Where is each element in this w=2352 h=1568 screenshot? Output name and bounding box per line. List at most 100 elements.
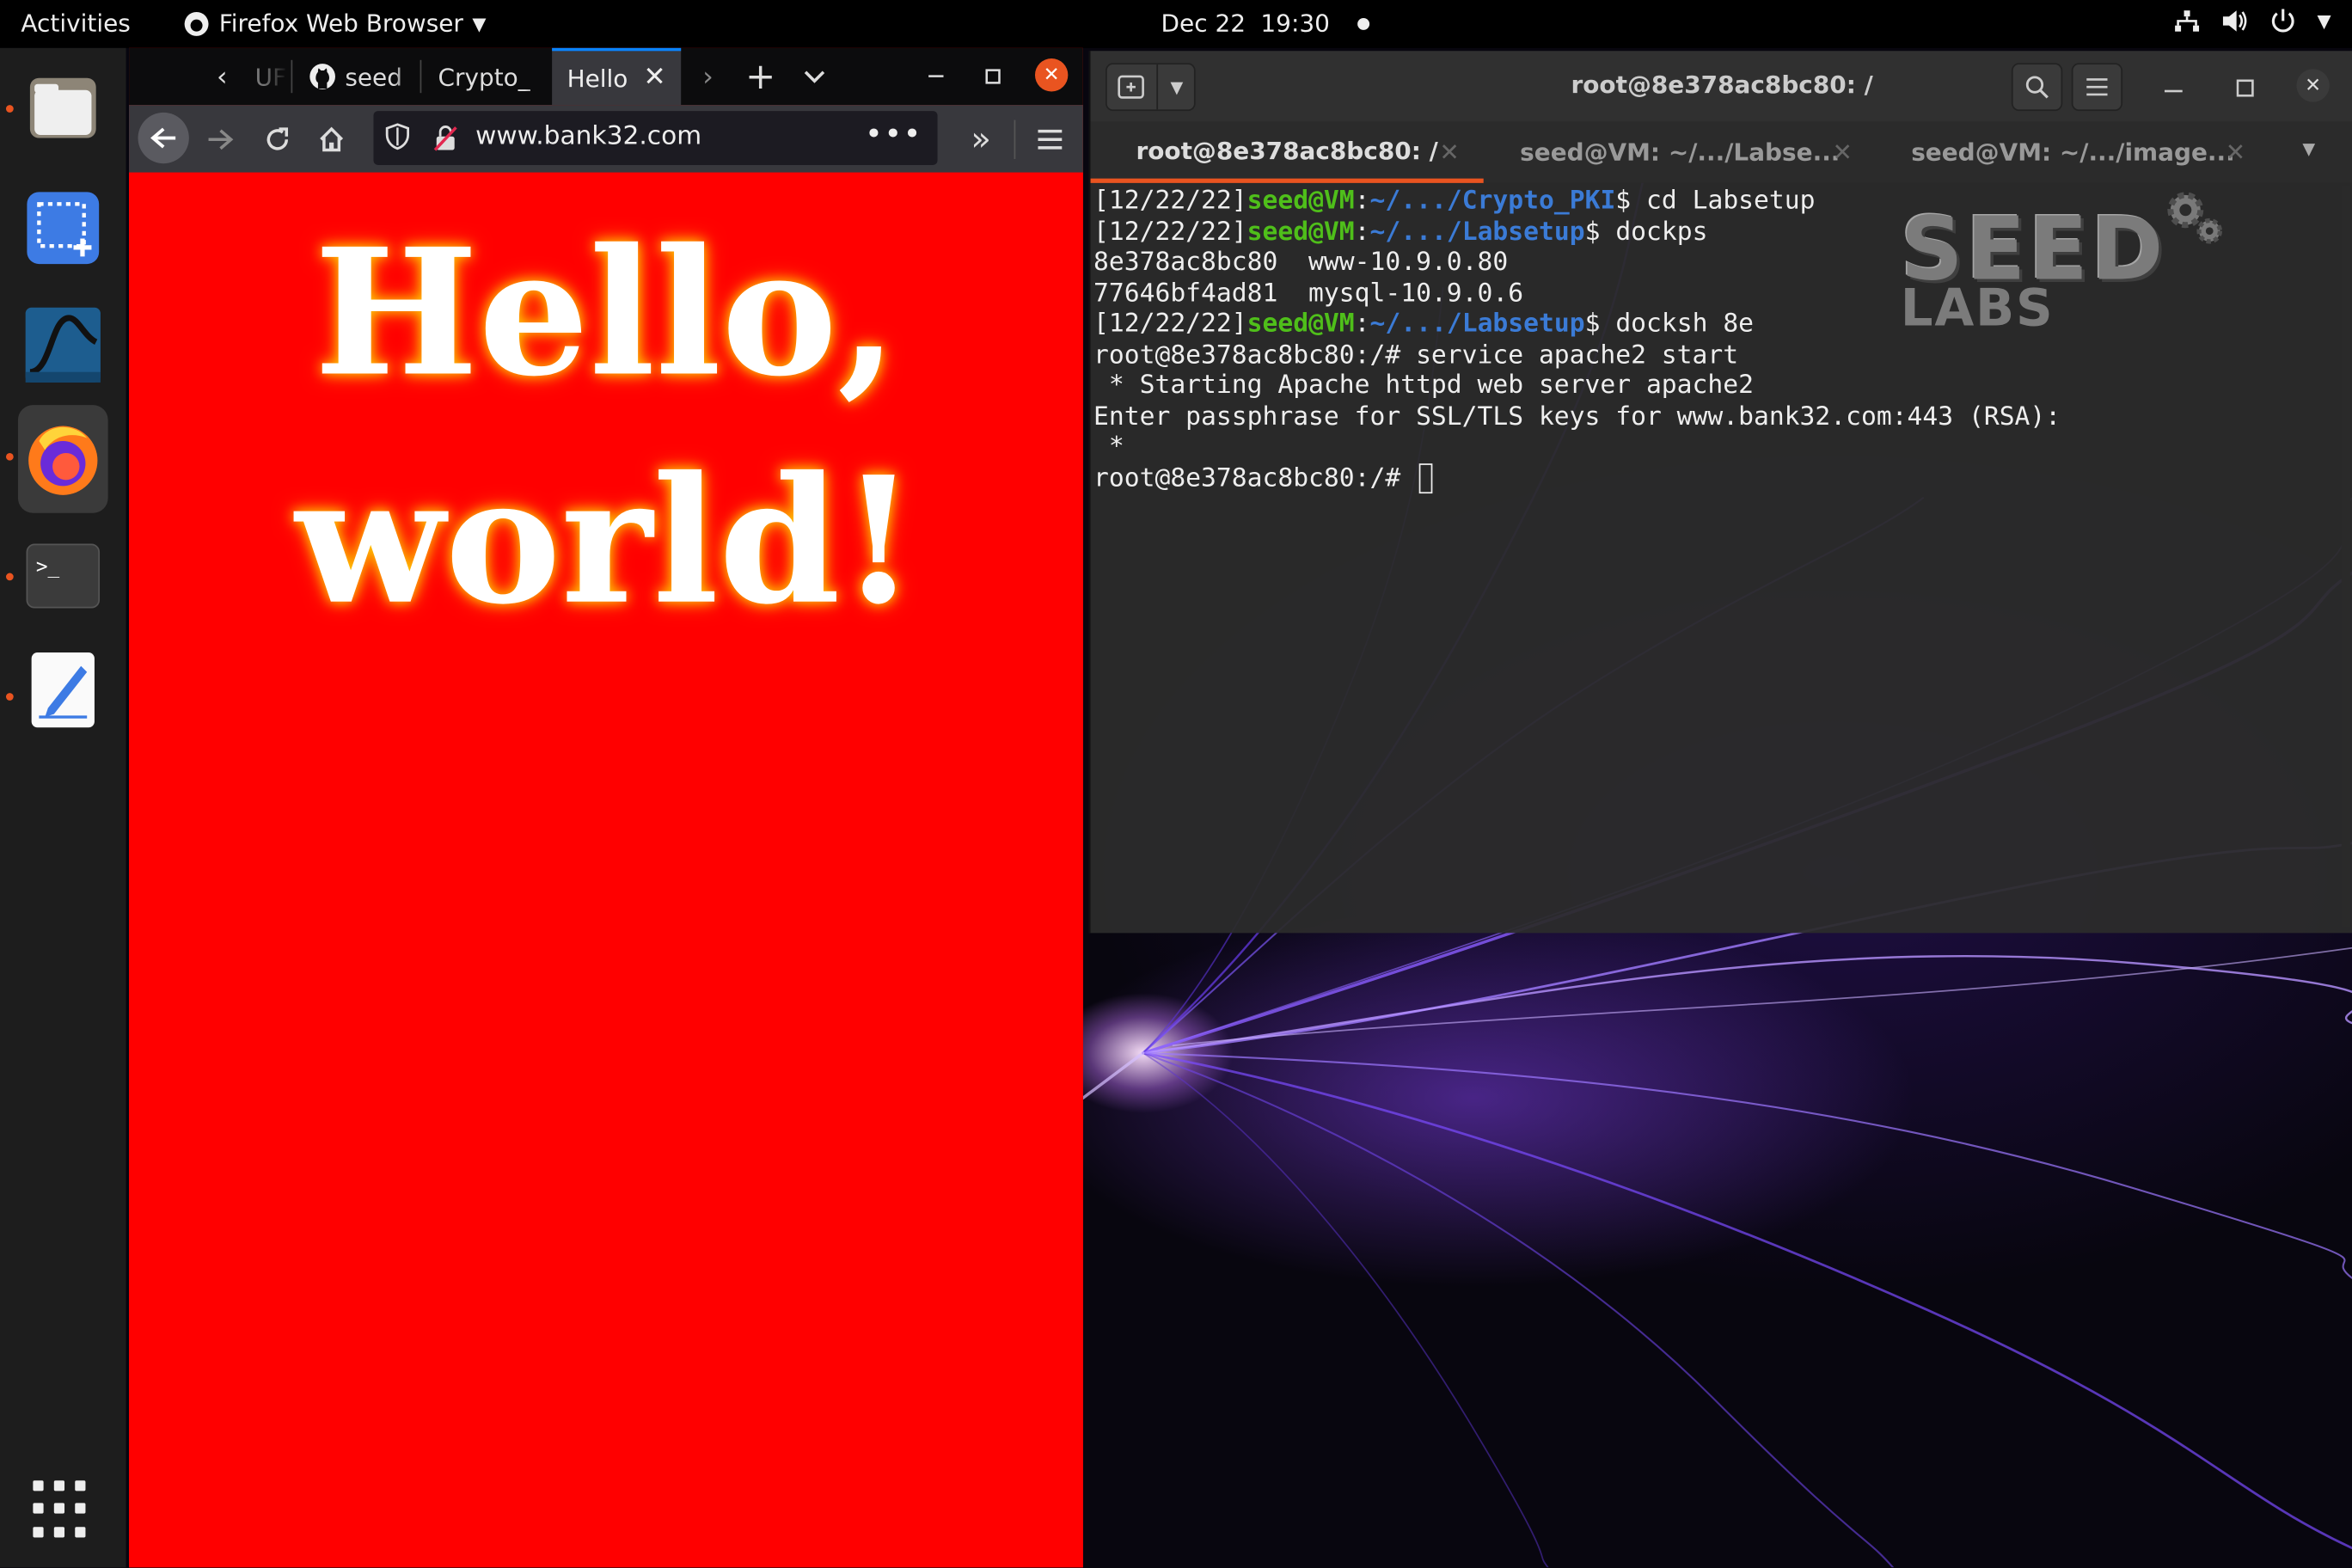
terminal-line: root@8e378ac8bc80:/# service apache2 sta… [1093,340,1739,371]
hamburger-icon [2086,78,2108,96]
terminal-tab-label: seed@VM: ~/.../Labse... [1520,138,1841,167]
heading-line-1: Hello, [314,211,898,416]
close-tab-icon[interactable]: ✕ [1439,138,1459,167]
app-menu-label: Firefox Web Browser [218,9,463,38]
clock[interactable]: Dec 22 19:30 [1161,9,1369,38]
activities-button[interactable]: Activities [21,9,130,37]
search-button[interactable] [2011,63,2063,112]
terminal-line: Enter passphrase for SSL/TLS keys for ww… [1093,401,2061,432]
forward-icon[interactable] [201,120,240,159]
logo-labs: LABS [1900,279,2055,340]
url-text: www.bank32.com [475,121,702,152]
close-tab-icon[interactable]: ✕ [643,62,665,94]
hamburger-menu-icon[interactable] [1032,120,1068,159]
tab-label: Hello [567,64,628,93]
wireshark-icon [25,307,101,383]
text-editor-icon [31,652,95,728]
terminal-tab-label: seed@VM: ~/.../image... [1911,138,2235,167]
minimize-icon[interactable] [921,60,951,93]
terminal-title-bar: ▼ root@8e378ac8bc80: / ✕ [1090,51,2352,122]
terminal-title: root@8e378ac8bc80: / [1571,70,1873,100]
seed-labs-logo: SEED LABS [1901,192,2324,334]
heading-line-2: world! [295,439,917,644]
terminal-window: ▼ root@8e378ac8bc80: / ✕ root@8e378ac8bc… [1088,51,2352,934]
firefox-icon [28,426,98,495]
tracking-shield-icon[interactable] [385,123,410,157]
terminal-output[interactable]: SEED LABS [12/22/22]seed@VM:~/.../Crypto… [1093,186,2324,929]
terminal-line: * Starting Apache httpd web server apach… [1093,370,1754,401]
tab-hello[interactable]: Hello ✕ [552,47,682,106]
terminal-cursor [1418,462,1433,493]
tabs-scroll-left-icon[interactable]: ‹ [207,58,237,95]
firefox-nav-bar: www.bank32.com ••• » [129,105,1083,173]
dock: >_ [0,47,126,1568]
list-all-tabs-icon[interactable] [798,57,830,95]
close-tab-icon[interactable]: ✕ [2226,138,2245,167]
maximize-icon[interactable] [978,60,1008,93]
terminal-tab-labsetup[interactable]: seed@VM: ~/.../Labse... ✕ [1484,121,1877,183]
dock-screenshot[interactable] [18,183,108,273]
tab-label: Crypto_ [438,62,530,91]
terminal-maximize-icon[interactable] [2236,75,2255,103]
tab-seed[interactable]: seed [294,47,418,106]
running-indicator [5,452,14,461]
date-label: Dec 22 [1161,9,1246,38]
running-indicator [5,573,14,581]
running-indicator [5,105,14,113]
screenshot-icon [27,192,100,265]
terminal-tab-root[interactable]: root@8e378ac8bc80: / ✕ [1090,121,1484,183]
dock-terminal[interactable]: >_ [18,531,108,622]
terminal-close-icon[interactable]: ✕ [2296,69,2330,102]
power-icon [2271,9,2294,33]
close-window-icon[interactable]: ✕ [1034,58,1069,92]
dock-firefox[interactable] [17,405,108,513]
volume-icon [2222,10,2247,32]
tab-uf[interactable]: UF [240,47,289,106]
reload-icon[interactable] [258,120,297,159]
page-heading: Hello, world! [129,199,1083,655]
tab-crypto[interactable]: Crypto_ [423,47,549,106]
terminal-icon: >_ [26,543,101,609]
github-icon [309,64,335,89]
search-icon [2025,76,2049,99]
overflow-menu-icon[interactable]: » [963,120,999,159]
show-applications-icon[interactable] [33,1480,93,1540]
time-label: 19:30 [1260,9,1330,38]
terminal-tab-image[interactable]: seed@VM: ~/.../image... ✕ [1877,121,2269,183]
firefox-small-icon [184,11,209,36]
dock-wireshark[interactable] [18,300,108,390]
firefox-tab-bar: ‹ UF seed Crypto_ Hello ✕ › [129,47,1083,106]
notification-dot-icon [1357,17,1369,30]
home-icon[interactable] [312,120,351,159]
dock-text-editor[interactable] [18,645,108,735]
firefox-window: ‹ UF seed Crypto_ Hello ✕ › [129,47,1083,1568]
dock-files[interactable] [18,63,108,153]
system-menu[interactable]: ▼ [2173,8,2331,34]
app-menu[interactable]: Firefox Web Browser ▼ [183,9,487,38]
page-actions-icon[interactable]: ••• [865,115,922,151]
terminal-tab-label: root@8e378ac8bc80: / [1136,135,1438,165]
network-icon [2174,10,2199,32]
system-chevron-down-icon: ▼ [2317,10,2331,32]
tabs-scroll-right-icon[interactable]: › [693,58,723,95]
terminal-scrollbar[interactable] [2341,186,2351,928]
desktop: Activities Firefox Web Browser ▼ Dec 22 … [0,0,2352,1568]
running-indicator [5,693,14,701]
url-bar[interactable]: www.bank32.com ••• [373,111,938,165]
terminal-prompt-line: root@8e378ac8bc80:/# [1093,462,2324,493]
terminal-menu-button[interactable] [2071,63,2123,112]
close-tab-icon[interactable]: ✕ [1833,138,1853,167]
web-page-content: Hello, world! [129,172,1083,1568]
terminal-minimize-icon[interactable] [2164,72,2183,102]
files-icon [29,77,96,138]
chevron-down-icon: ▼ [472,12,487,34]
tabs-menu-icon[interactable]: ▼ [2302,139,2315,159]
back-icon[interactable] [138,112,189,164]
new-tab-icon[interactable]: + [741,54,780,99]
top-bar: Activities Firefox Web Browser ▼ Dec 22 … [0,0,2352,48]
terminal-line: * [1093,432,1124,462]
svg-text:>_: >_ [36,556,60,579]
insecure-lock-icon[interactable] [433,125,457,159]
terminal-tab-bar: root@8e378ac8bc80: / ✕ seed@VM: ~/.../La… [1090,121,2352,183]
gears-icon [2167,192,2223,244]
